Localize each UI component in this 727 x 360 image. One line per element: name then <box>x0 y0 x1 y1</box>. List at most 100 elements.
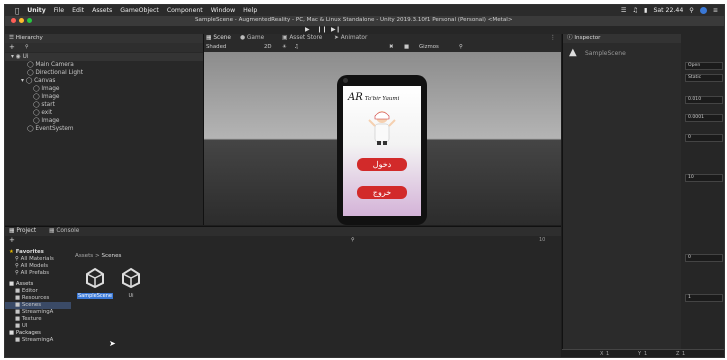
wifi-icon[interactable]: ☰ <box>621 7 627 14</box>
z-value[interactable]: 1 <box>682 351 685 357</box>
shading-dropdown[interactable]: Shaded <box>206 44 226 50</box>
hierarchy-tab[interactable]: ☰ Hierarchy <box>5 34 203 43</box>
mouse-cursor-icon: ➤ <box>109 339 116 348</box>
static-dropdown[interactable]: Static <box>685 74 723 82</box>
number-field[interactable]: 0.0001 <box>685 114 723 122</box>
exit-button[interactable]: خروج <box>357 186 407 199</box>
number-field[interactable]: 0.010 <box>685 96 723 104</box>
zoom-window-button[interactable] <box>27 18 32 23</box>
scene-panel: ▦ Scene ● Game ▣ Asset Store ➤ Animator … <box>204 34 561 225</box>
audio-icon[interactable]: ♫ <box>294 44 299 50</box>
favorite-item[interactable]: ⚲ All Materials <box>5 256 71 263</box>
folder-item[interactable]: ■ Scenes <box>5 302 71 309</box>
spotlight-icon[interactable]: ⚲ <box>689 7 694 14</box>
battery-icon[interactable]: ▮ <box>644 7 647 14</box>
asset-file[interactable]: Ui <box>117 267 145 299</box>
menu-assets[interactable]: Assets <box>92 7 112 14</box>
tab-scene[interactable]: ▦ Scene <box>206 35 231 41</box>
folder-item[interactable]: ■ Editor <box>5 288 71 295</box>
volume-icon[interactable]: ♫ <box>632 7 638 14</box>
packages-header[interactable]: ■ Packages <box>5 330 71 337</box>
hierarchy-item[interactable]: ◯ Image <box>5 93 203 101</box>
inspector-tab[interactable]: ⓘ Inspector <box>563 34 681 43</box>
apple-icon[interactable]:  <box>15 7 19 15</box>
hierarchy-item[interactable]: ◯ EventSystem <box>5 125 203 133</box>
number-field[interactable]: 0 <box>685 254 723 262</box>
hierarchy-item[interactable]: ◯ start <box>5 101 203 109</box>
mode-2d-toggle[interactable]: 2D <box>264 44 272 50</box>
gizmos-dropdown[interactable]: Gizmos <box>419 44 439 50</box>
hierarchy-panel: ☰ Hierarchy + ⚲ ▾ ◉ Ui ◯ Main Camera ◯ D… <box>5 34 204 225</box>
play-button[interactable]: ▶ <box>305 26 310 33</box>
tab-project[interactable]: ▦ Project <box>9 228 36 234</box>
favorite-item[interactable]: ⚲ All Models <box>5 263 71 270</box>
avatar[interactable] <box>699 7 707 14</box>
folder-item[interactable]: ■ UI <box>5 323 71 330</box>
folder-item-label: StreamingA <box>21 309 54 315</box>
menu-window[interactable]: Window <box>211 7 235 14</box>
folder-item[interactable]: ■ Texture <box>5 316 71 323</box>
hierarchy-item[interactable]: ◯ Directional Light <box>5 69 203 77</box>
menu-gameobject[interactable]: GameObject <box>120 7 159 14</box>
add-asset-icon[interactable]: + <box>9 236 15 244</box>
folder-item[interactable]: ■ Resources <box>5 295 71 302</box>
menu-list-icon[interactable]: ≡ <box>713 7 718 14</box>
hierarchy-item-label: Image <box>41 94 60 100</box>
hierarchy-root[interactable]: ▾ ◉ Ui <box>5 53 203 61</box>
hierarchy-item[interactable]: ▾ ◯ Canvas <box>5 77 203 85</box>
tab-asset-store[interactable]: ▣ Asset Store <box>282 35 322 41</box>
project-search-icon[interactable]: ⚲ <box>351 237 355 243</box>
open-button[interactable]: Open <box>685 62 723 70</box>
tab-game[interactable]: ● Game <box>240 35 264 41</box>
pause-button[interactable]: ❙❙ <box>317 26 327 33</box>
clock[interactable]: Sat 22.44 <box>653 7 683 14</box>
number-field[interactable]: 10 <box>685 174 723 182</box>
add-icon[interactable]: + <box>9 43 15 51</box>
breadcrumb-root[interactable]: Assets <box>75 253 93 259</box>
hierarchy-item-label: EventSystem <box>35 126 74 132</box>
hierarchy-toolbar: + ⚲ <box>5 43 203 52</box>
menu-file[interactable]: File <box>54 7 64 14</box>
scene-search-icon[interactable]: ⚲ <box>459 44 463 50</box>
hierarchy-item[interactable]: ◯ Image <box>5 85 203 93</box>
x-value[interactable]: 1 <box>606 351 609 357</box>
tools-icon[interactable]: ✖ <box>389 44 394 50</box>
number-field[interactable]: 0 <box>685 134 723 142</box>
assets-header[interactable]: ■ Assets <box>5 281 71 288</box>
slider-value[interactable]: 10 <box>539 237 545 243</box>
lighting-icon[interactable]: ☀ <box>282 44 287 50</box>
breadcrumb-child[interactable]: Scenes <box>101 253 121 259</box>
asset-file[interactable]: SampleScene <box>77 267 113 299</box>
unity-scene-icon <box>122 267 140 289</box>
hierarchy-item-label: Canvas <box>34 78 56 84</box>
menu-help[interactable]: Help <box>243 7 257 14</box>
favorites-header[interactable]: ★ Favorites <box>5 249 71 256</box>
menu-component[interactable]: Component <box>167 7 203 14</box>
tab-animator[interactable]: ➤ Animator <box>334 35 367 41</box>
tab-console[interactable]: ▦ Console <box>49 228 79 234</box>
folder-icon: ■ <box>15 337 22 343</box>
y-value[interactable]: 1 <box>644 351 647 357</box>
root-label: Ui <box>22 54 29 60</box>
folder-icon: ■ <box>15 309 22 315</box>
folder-item[interactable]: ■ StreamingA <box>5 309 71 316</box>
close-window-button[interactable] <box>11 18 16 23</box>
panel-options-icon[interactable]: ⋮ <box>550 35 556 41</box>
traffic-lights <box>11 18 32 23</box>
scene-viewport[interactable]: AR Ta'bir Yaumi دخول خروج <box>204 52 561 225</box>
menu-app-name[interactable]: Unity <box>27 7 46 14</box>
hierarchy-item[interactable]: ◯ Image <box>5 117 203 125</box>
hierarchy-item[interactable]: ◯ exit <box>5 109 203 117</box>
status-bar: X 1 Y 1 Z 1 <box>562 349 724 357</box>
number-field[interactable]: 1 <box>685 294 723 302</box>
hierarchy-item[interactable]: ◯ Main Camera <box>5 61 203 69</box>
package-item[interactable]: ■ StreamingA <box>5 337 71 344</box>
search-icon[interactable]: ⚲ <box>25 44 29 50</box>
enter-button[interactable]: دخول <box>357 158 407 171</box>
favorite-item[interactable]: ⚲ All Prefabs <box>5 270 71 277</box>
unity-scene-icon <box>86 267 104 289</box>
minimize-window-button[interactable] <box>19 18 24 23</box>
step-button[interactable]: ▶❙ <box>331 26 341 33</box>
camera-icon[interactable]: ■ <box>404 44 409 50</box>
menu-edit[interactable]: Edit <box>72 7 84 14</box>
